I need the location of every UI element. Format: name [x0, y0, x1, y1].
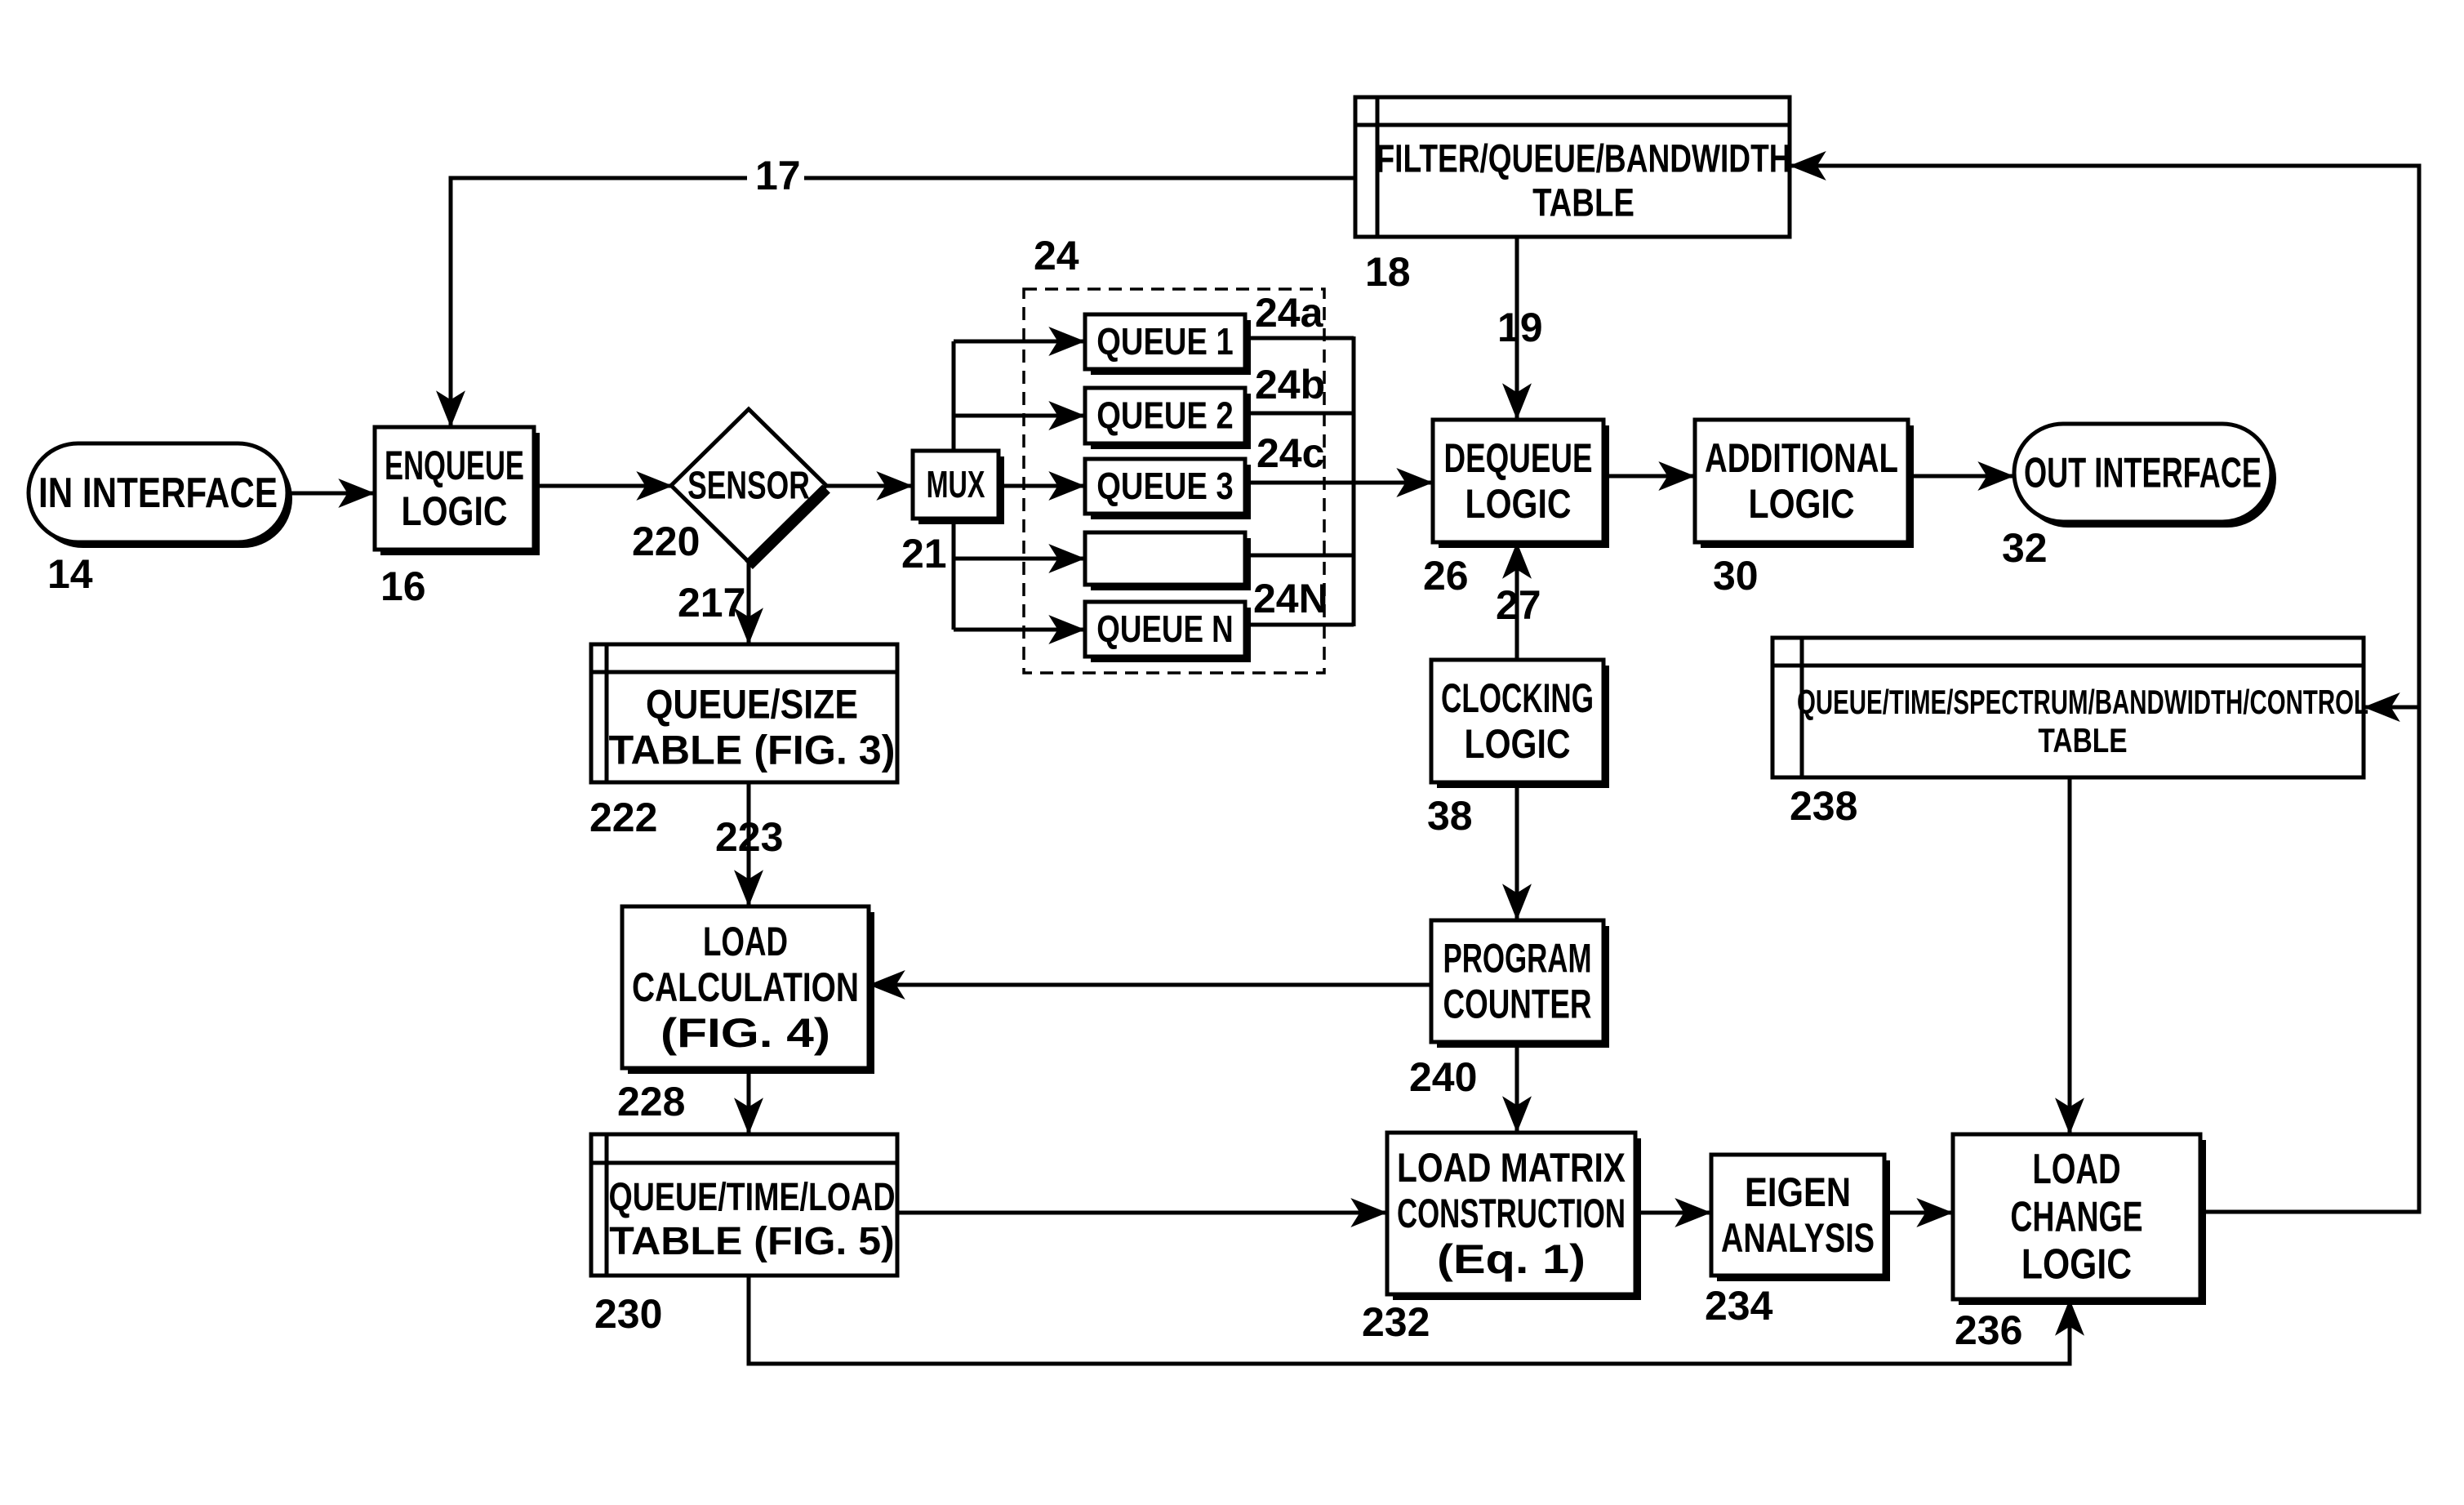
- ref-load-calc: 228: [617, 1079, 685, 1124]
- enqueue-logic-label-line-2: LOGIC: [402, 488, 508, 534]
- clocking-logic-label-line-1: CLOCKING: [1441, 675, 1594, 721]
- ref-filter-table: 18: [1365, 249, 1411, 295]
- ref-queue-2: 24b: [1255, 362, 1325, 407]
- ref-program-counter: 240: [1409, 1054, 1477, 1100]
- queue-time-load-table-label-line-1: QUEUE/TIME/LOAD: [609, 1176, 896, 1219]
- load-change-logic-label-line-3: LOGIC: [2021, 1241, 2132, 1289]
- queue-time-load-table: QUEUE/TIME/LOADTABLE (FIG. 5): [589, 1132, 900, 1278]
- queue-n-box: QUEUE N: [1083, 599, 1251, 662]
- queue-size-table-label-line-2: TABLE (FIG. 3): [609, 727, 896, 773]
- eigen-analysis-label-line-2: ANALYSIS: [1721, 1215, 1875, 1261]
- load-change-logic-box: LOADCHANGELOGIC: [1950, 1132, 2206, 1305]
- out-interface-label-line-1: OUT INTERFACE: [2024, 449, 2262, 496]
- ref-enqueue: 16: [380, 563, 426, 609]
- load-matrix-construction-label-line-1: LOAD MATRIX: [1397, 1145, 1626, 1191]
- queue-2-label-line-1: QUEUE 2: [1096, 394, 1233, 436]
- dequeue-logic-label-line-2: LOGIC: [1466, 481, 1572, 527]
- queue-3-label-line-1: QUEUE 3: [1096, 465, 1233, 507]
- additional-logic-label-line-1: ADDITIONAL: [1705, 435, 1898, 481]
- program-counter-label-line-2: COUNTER: [1443, 981, 1592, 1026]
- ref-queue-3: 24c: [1256, 430, 1324, 476]
- load-matrix-construction-box: LOAD MATRIXCONSTRUCTION(Eq. 1): [1385, 1130, 1641, 1300]
- ref-load-matrix: 232: [1362, 1299, 1430, 1345]
- load-calculation-box: LOADCALCULATION(FIG. 4): [620, 904, 874, 1074]
- ref-dequeue: 26: [1423, 553, 1469, 599]
- queue-time-load-table-label-line-2: TABLE (FIG. 5): [609, 1220, 894, 1263]
- box-outline: [1083, 530, 1248, 587]
- in-interface-label-line-1: IN INTERFACE: [38, 470, 278, 517]
- eigen-analysis-box: EIGENANALYSIS: [1709, 1152, 1890, 1281]
- sensor-diamond-label-line-1: SENSOR: [687, 465, 810, 508]
- eigen-analysis-label-line-1: EIGEN: [1745, 1169, 1851, 1215]
- ref-qtl-table: 230: [594, 1291, 662, 1337]
- load-calculation-label-line-3: (FIG. 4): [660, 1010, 830, 1056]
- queue-3-box: QUEUE 3: [1083, 456, 1251, 519]
- ref-19: 19: [1497, 305, 1543, 350]
- edge-feedback-17b: [436, 176, 747, 428]
- ref-queue-group: 24: [1034, 233, 1079, 278]
- queue-blank-box: [1083, 530, 1251, 590]
- load-matrix-construction-label-line-3: (Eq. 1): [1437, 1236, 1586, 1282]
- additional-logic-label-line-2: LOGIC: [1749, 481, 1855, 527]
- enqueue-logic-label-line-1: ENQUEUE: [385, 443, 524, 488]
- clocking-logic-box: CLOCKINGLOGIC: [1429, 657, 1609, 788]
- ref-out-interface: 32: [2002, 525, 2048, 571]
- ref-queue-1: 24a: [1255, 290, 1324, 336]
- ref-load-change: 236: [1955, 1307, 2022, 1353]
- ref-217: 217: [678, 580, 745, 626]
- filter-queue-bandwidth-table-label-line-1: FILTER/QUEUE/BANDWIDTH: [1377, 138, 1791, 181]
- ref-in-interface: 14: [47, 551, 93, 597]
- clocking-logic-label-line-2: LOGIC: [1465, 721, 1571, 767]
- ref-eigen: 234: [1705, 1283, 1773, 1329]
- load-calculation-label-line-1: LOAD: [703, 919, 788, 964]
- queue-1-box: QUEUE 1: [1083, 312, 1251, 375]
- ref-27: 27: [1496, 582, 1541, 628]
- ref-queue-n: 24N: [1253, 576, 1328, 621]
- ref-control-table: 238: [1790, 783, 1857, 829]
- load-matrix-construction-label-line-2: CONSTRUCTION: [1397, 1191, 1626, 1236]
- queue-2-box: QUEUE 2: [1083, 385, 1251, 449]
- ref-clocking: 38: [1427, 793, 1473, 839]
- load-calculation-label-line-2: CALCULATION: [632, 964, 859, 1010]
- ref-mux: 21: [901, 531, 947, 577]
- filter-queue-bandwidth-table: FILTER/QUEUE/BANDWIDTHTABLE: [1353, 95, 1792, 239]
- program-counter-box: PROGRAMCOUNTER: [1429, 918, 1609, 1048]
- dequeue-logic-box: DEQUEUELOGIC: [1430, 417, 1609, 548]
- load-change-logic-label-line-1: LOAD: [2032, 1146, 2120, 1193]
- enqueue-logic-box: ENQUEUELOGIC: [372, 425, 540, 555]
- in-interface: IN INTERFACE: [26, 441, 292, 548]
- queue-size-table-label-line-1: QUEUE/SIZE: [646, 681, 858, 727]
- mux-label-line-1: MUX: [927, 463, 985, 505]
- additional-logic-box: ADDITIONALLOGIC: [1692, 417, 1914, 548]
- ref-223: 223: [715, 814, 783, 860]
- load-change-logic-label-line-2: CHANGE: [2010, 1193, 2142, 1240]
- flow-diagram: IN INTERFACEENQUEUELOGICSENSOR MUXQUEUE 1…: [26, 95, 2422, 1366]
- queue-n-label-line-1: QUEUE N: [1096, 608, 1233, 650]
- ref-additional: 30: [1713, 553, 1759, 599]
- queue-time-spectrum-bandwidth-control-table: QUEUE/TIME/SPECTRUM/BANDWIDTH/CONTROLTAB…: [1770, 635, 2368, 780]
- dequeue-logic-label-line-1: DEQUEUE: [1444, 435, 1593, 481]
- queue-time-spectrum-bandwidth-control-table-label-line-1: QUEUE/TIME/SPECTRUM/BANDWIDTH/CONTROL: [1797, 683, 2368, 721]
- queue-size-table: QUEUE/SIZETABLE (FIG. 3): [589, 642, 900, 785]
- queue-1-label-line-1: QUEUE 1: [1096, 320, 1233, 363]
- ref-sensor: 220: [632, 519, 700, 564]
- ref-17: 17: [755, 153, 801, 198]
- ref-queue-size-table: 222: [589, 795, 657, 840]
- queue-time-spectrum-bandwidth-control-table-label-line-2: TABLE: [2038, 721, 2127, 759]
- mux-box: MUX: [910, 448, 1004, 524]
- program-counter-label-line-1: PROGRAM: [1443, 935, 1592, 981]
- out-interface: OUT INTERFACE: [2012, 421, 2276, 528]
- filter-queue-bandwidth-table-label-line-2: TABLE: [1532, 182, 1635, 225]
